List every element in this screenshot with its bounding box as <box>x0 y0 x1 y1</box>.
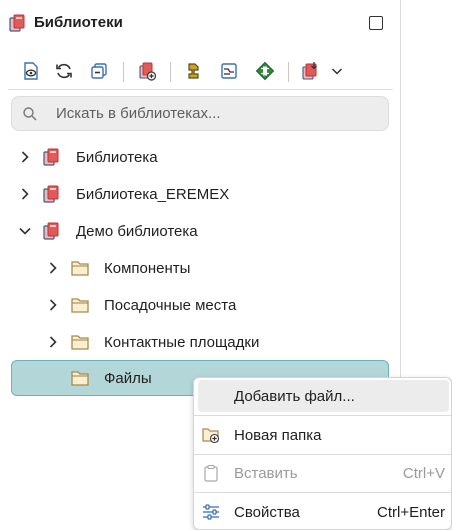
view-library-icon <box>24 62 38 80</box>
component-icon <box>188 63 199 79</box>
tree-item-label: Демо библиотека <box>76 223 198 240</box>
properties-sliders-icon <box>203 504 219 520</box>
chevron-right-icon[interactable] <box>18 150 32 164</box>
refresh-icon <box>56 63 72 79</box>
library-books-icon <box>9 14 25 32</box>
schematic-symbol-icon <box>221 63 237 79</box>
tree-item-label: Посадочные места <box>104 297 237 314</box>
chevron-down-icon <box>331 68 343 75</box>
schematic-symbol-button[interactable] <box>216 58 242 84</box>
folder-icon <box>71 335 89 350</box>
chevron-down-icon[interactable] <box>18 224 32 238</box>
add-library-button[interactable] <box>134 58 160 84</box>
footprint-icon <box>255 61 275 81</box>
library-icon <box>43 222 59 240</box>
menu-item-label: Свойства <box>234 504 300 521</box>
new-folder-icon <box>202 428 220 444</box>
chevron-right-icon[interactable] <box>46 261 60 275</box>
search-box <box>11 96 389 131</box>
menu-item-paste[interactable]: Вставить Ctrl+V <box>198 457 449 489</box>
folder-icon <box>71 261 89 276</box>
folder-icon <box>71 371 89 386</box>
tree-item-label: Библиотека <box>76 149 158 166</box>
menu-item-label: Добавить файл... <box>234 388 355 405</box>
maximize-button[interactable] <box>369 16 383 30</box>
import-button[interactable] <box>297 58 323 84</box>
menu-item-properties[interactable]: Свойства Ctrl+Enter <box>198 496 449 528</box>
tree-item-footprints[interactable]: Посадочные места <box>0 287 401 324</box>
context-menu: Добавить файл... Новая папка Вставить Ct… <box>193 377 452 530</box>
menu-item-new-folder[interactable]: Новая папка <box>198 419 449 451</box>
add-library-icon <box>139 62 157 81</box>
library-icon <box>43 185 59 203</box>
menu-item-label: Новая папка <box>234 427 322 444</box>
tree-item-label: Библиотека_EREMEX <box>76 186 230 203</box>
collapse-all-button[interactable] <box>86 58 112 84</box>
import-dropdown-button[interactable] <box>324 58 350 84</box>
menu-item-shortcut: Ctrl+Enter <box>377 504 445 521</box>
menu-separator <box>194 454 451 455</box>
tree-item-label: Контактные площадки <box>104 334 260 351</box>
library-icon <box>43 148 59 166</box>
panel-header: Библиотеки <box>0 0 401 46</box>
import-icon <box>302 62 317 80</box>
footprint-button[interactable] <box>252 58 278 84</box>
collapse-all-icon <box>91 63 107 79</box>
chevron-right-icon[interactable] <box>46 335 60 349</box>
tree-item-demo-library[interactable]: Демо библиотека <box>0 213 401 250</box>
toolbar <box>0 54 401 88</box>
menu-item-add-file[interactable]: Добавить файл... <box>198 380 449 412</box>
chevron-right-icon[interactable] <box>18 187 32 201</box>
paste-icon <box>204 464 218 482</box>
refresh-button[interactable] <box>51 58 77 84</box>
search-input[interactable] <box>56 97 376 130</box>
menu-item-shortcut: Ctrl+V <box>402 465 445 482</box>
menu-separator <box>194 492 451 493</box>
view-library-button[interactable] <box>18 58 44 84</box>
search-icon <box>23 107 37 121</box>
tree-item-pads[interactable]: Контактные площадки <box>0 324 401 361</box>
panel-title: Библиотеки <box>34 14 123 31</box>
menu-separator <box>194 415 451 416</box>
tree-item-library-eremex[interactable]: Библиотека_EREMEX <box>0 176 401 213</box>
chevron-right-icon[interactable] <box>46 298 60 312</box>
folder-icon <box>71 298 89 313</box>
tree-item-library[interactable]: Библиотека <box>0 139 401 176</box>
tree-item-label: Файлы <box>104 370 152 387</box>
tree-item-label: Компоненты <box>104 260 191 277</box>
tree-item-components[interactable]: Компоненты <box>0 250 401 287</box>
toolbar-divider <box>8 89 393 90</box>
menu-item-label: Вставить <box>234 465 298 482</box>
component-button[interactable] <box>180 58 206 84</box>
